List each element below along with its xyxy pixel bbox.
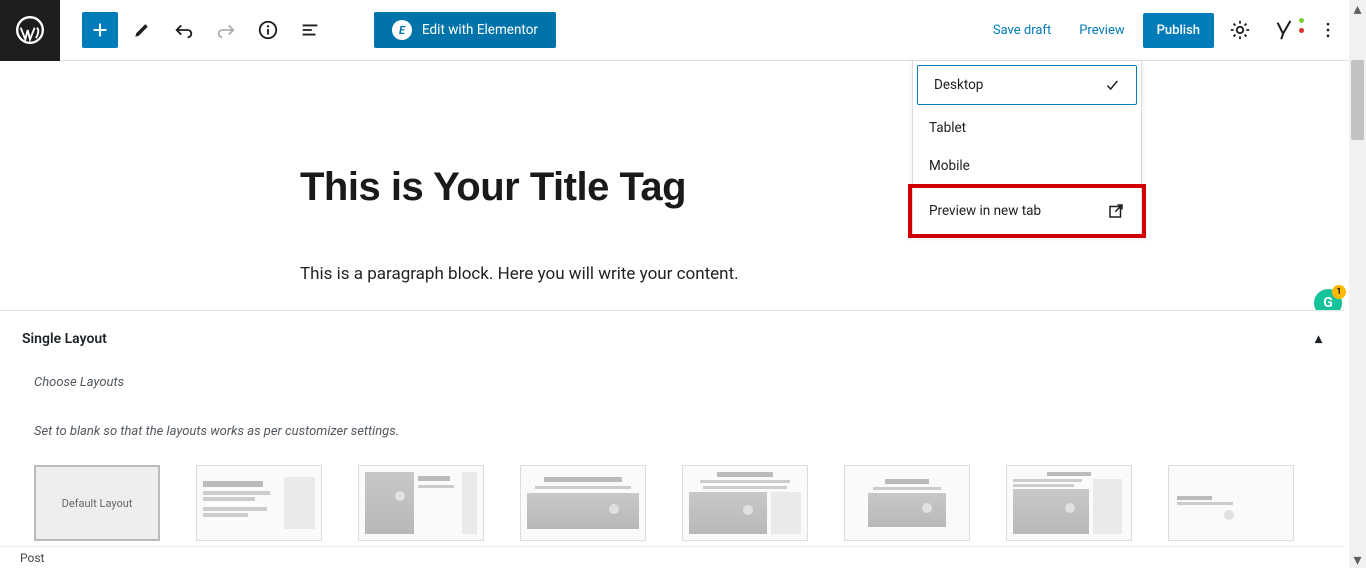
layout-option-default[interactable]: Default Layout xyxy=(34,465,160,541)
elementor-icon: E xyxy=(392,20,412,40)
post-title[interactable]: This is Your Title Tag xyxy=(300,165,1366,210)
preview-new-tab-label: Preview in new tab xyxy=(929,203,1041,219)
preview-button[interactable]: Preview xyxy=(1069,15,1134,46)
wp-logo[interactable] xyxy=(0,0,60,61)
settings-button[interactable] xyxy=(1222,12,1258,48)
collapse-icon[interactable]: ▴ xyxy=(1315,331,1322,347)
outline-button[interactable] xyxy=(292,12,328,48)
check-icon xyxy=(1104,77,1120,93)
external-link-icon xyxy=(1107,202,1125,220)
preview-dropdown: Desktop Tablet Mobile Preview in new tab xyxy=(912,60,1142,237)
gear-icon xyxy=(1229,19,1251,41)
preview-new-tab[interactable]: Preview in new tab xyxy=(913,186,1141,236)
editor-topbar: E Edit with Elementor Save draft Preview… xyxy=(0,0,1366,61)
editor-canvas[interactable]: This is Your Title Tag This is a paragra… xyxy=(0,61,1366,284)
tools-button[interactable] xyxy=(124,12,160,48)
layout-option[interactable] xyxy=(358,465,484,541)
more-options-button[interactable] xyxy=(1310,12,1346,48)
wordpress-icon xyxy=(16,16,44,44)
layout-option[interactable] xyxy=(1168,465,1294,541)
elementor-label: Edit with Elementor xyxy=(422,22,538,38)
list-icon xyxy=(299,19,321,41)
layout-option[interactable] xyxy=(1006,465,1132,541)
kebab-icon xyxy=(1318,20,1338,40)
add-block-button[interactable] xyxy=(82,12,118,48)
scroll-down-icon[interactable]: ▾ xyxy=(1349,551,1366,568)
toolbar-left: E Edit with Elementor xyxy=(60,12,556,48)
preview-option-label: Desktop xyxy=(934,77,983,93)
publish-button[interactable]: Publish xyxy=(1143,13,1214,48)
layout-description: Set to blank so that the layouts works a… xyxy=(22,424,1322,465)
undo-button[interactable] xyxy=(166,12,202,48)
scroll-up-icon[interactable]: ▴ xyxy=(1349,0,1366,17)
metabox-title: Single Layout xyxy=(22,331,107,347)
info-button[interactable] xyxy=(250,12,286,48)
editor-footer: Post xyxy=(0,546,1344,568)
redo-icon xyxy=(215,19,237,41)
paragraph-block[interactable]: This is a paragraph block. Here you will… xyxy=(300,264,1366,284)
yoast-icon xyxy=(1273,19,1295,41)
pencil-icon xyxy=(132,20,152,40)
yoast-button[interactable] xyxy=(1266,12,1302,48)
plus-icon xyxy=(89,19,111,41)
preview-option-desktop[interactable]: Desktop xyxy=(917,65,1137,105)
toolbar-right: Save draft Preview Publish xyxy=(983,12,1366,48)
preview-option-mobile[interactable]: Mobile xyxy=(913,147,1141,185)
layout-option[interactable] xyxy=(520,465,646,541)
breadcrumb[interactable]: Post xyxy=(20,551,44,565)
undo-icon xyxy=(173,19,195,41)
edit-with-elementor-button[interactable]: E Edit with Elementor xyxy=(374,12,556,48)
layout-option[interactable] xyxy=(196,465,322,541)
layout-option[interactable] xyxy=(844,465,970,541)
preview-option-tablet[interactable]: Tablet xyxy=(913,109,1141,147)
single-layout-metabox: Single Layout ▴ Choose Layouts Set to bl… xyxy=(0,310,1344,541)
info-icon xyxy=(257,19,279,41)
layout-option[interactable] xyxy=(682,465,808,541)
choose-layouts-label: Choose Layouts xyxy=(22,375,1322,424)
vertical-scrollbar[interactable]: ▴ ▾ xyxy=(1349,0,1366,568)
redo-button[interactable] xyxy=(208,12,244,48)
preview-option-label: Mobile xyxy=(929,158,970,174)
preview-option-label: Tablet xyxy=(929,120,966,136)
save-draft-button[interactable]: Save draft xyxy=(983,15,1061,46)
layout-options: Default Layout xyxy=(22,465,1322,541)
scroll-thumb[interactable] xyxy=(1351,60,1364,140)
